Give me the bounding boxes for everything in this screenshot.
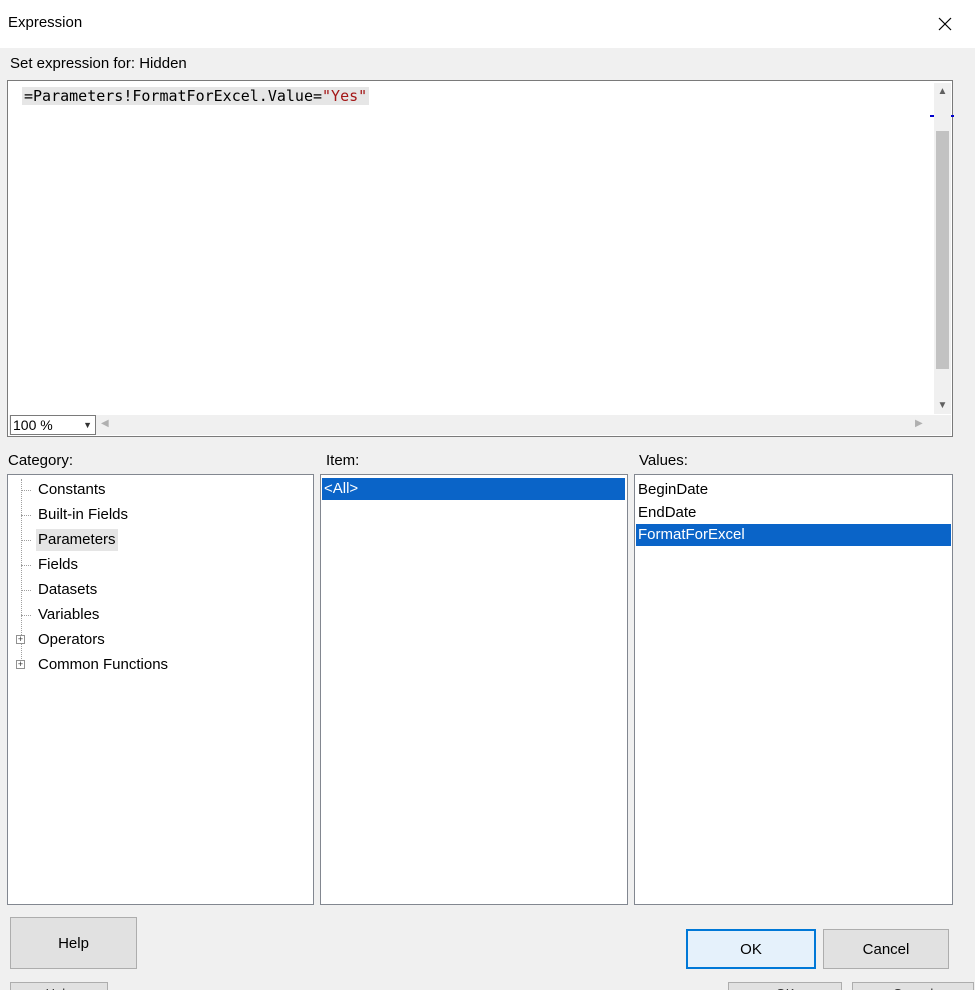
tree-branch [21, 490, 31, 491]
scroll-down-icon[interactable]: ▼ [934, 397, 951, 414]
tree-item-parameters[interactable]: Parameters [36, 529, 118, 551]
scroll-up-icon[interactable]: ▲ [934, 83, 951, 100]
expand-plus-icon[interactable]: + [16, 635, 25, 644]
tree-branch [21, 565, 31, 566]
editor-footer: 100 % ▼ ◀ ▶ [9, 415, 951, 435]
scroll-thumb[interactable] [936, 131, 949, 369]
tree-branch [21, 540, 31, 541]
tree-item-datasets[interactable]: Datasets [36, 579, 99, 601]
code-prefix: =Parameters!FormatForExcel.Value= [24, 87, 323, 105]
tree-item-constants[interactable]: Constants [36, 479, 108, 501]
expression-code[interactable]: =Parameters!FormatForExcel.Value="Yes" [22, 87, 370, 105]
cancel-button[interactable]: Cancel [823, 929, 949, 969]
tree-item-operators[interactable]: Operators [36, 629, 107, 651]
window-title: Expression [8, 14, 83, 31]
tree-branch [21, 615, 31, 616]
tree-item-variables[interactable]: Variables [36, 604, 101, 626]
zoom-select[interactable]: 100 % ▼ [10, 415, 96, 435]
list-item-all[interactable]: <All> [322, 478, 625, 500]
help-button[interactable]: Help [10, 917, 137, 969]
code-string: "Yes" [322, 87, 368, 105]
category-label: Category: [8, 452, 74, 469]
background-ok-button: OK [728, 982, 842, 990]
tree-item-common-functions[interactable]: Common Functions [36, 654, 170, 676]
background-cancel-button: Cancel [852, 982, 974, 990]
close-button[interactable] [915, 0, 975, 48]
vertical-scrollbar[interactable]: ▲ ▼ [934, 83, 951, 414]
tree-branch [21, 590, 31, 591]
chevron-down-icon: ▼ [83, 420, 92, 430]
list-item-formatforexcel[interactable]: FormatForExcel [636, 524, 951, 546]
set-expression-label: Set expression for: Hidden [10, 55, 187, 72]
expand-plus-icon[interactable]: + [16, 660, 25, 669]
item-list[interactable]: <All> [320, 474, 628, 905]
tree-branch [21, 515, 31, 516]
values-label: Values: [639, 452, 688, 469]
item-label: Item: [326, 452, 360, 469]
tree-item-fields[interactable]: Fields [36, 554, 80, 576]
list-item-enddate[interactable]: EndDate [636, 502, 951, 524]
close-icon [938, 17, 952, 31]
expression-dialog: Expression Set expression for: Hidden =P… [0, 0, 975, 990]
zoom-value: 100 % [13, 417, 53, 433]
title-bar: Expression [0, 0, 975, 48]
ok-button[interactable]: OK [686, 929, 816, 969]
background-help-button: Help [10, 982, 108, 990]
values-list[interactable]: BeginDate EndDate FormatForExcel [634, 474, 953, 905]
tree-item-built-in-fields[interactable]: Built-in Fields [36, 504, 130, 526]
scroll-left-icon[interactable]: ◀ [101, 418, 109, 429]
scroll-right-icon[interactable]: ▶ [915, 418, 923, 429]
list-item-begindate[interactable]: BeginDate [636, 479, 951, 501]
category-tree[interactable]: Constants Built-in Fields Parameters Fie… [7, 474, 314, 905]
expression-editor[interactable]: =Parameters!FormatForExcel.Value="Yes" ▲… [7, 80, 954, 437]
